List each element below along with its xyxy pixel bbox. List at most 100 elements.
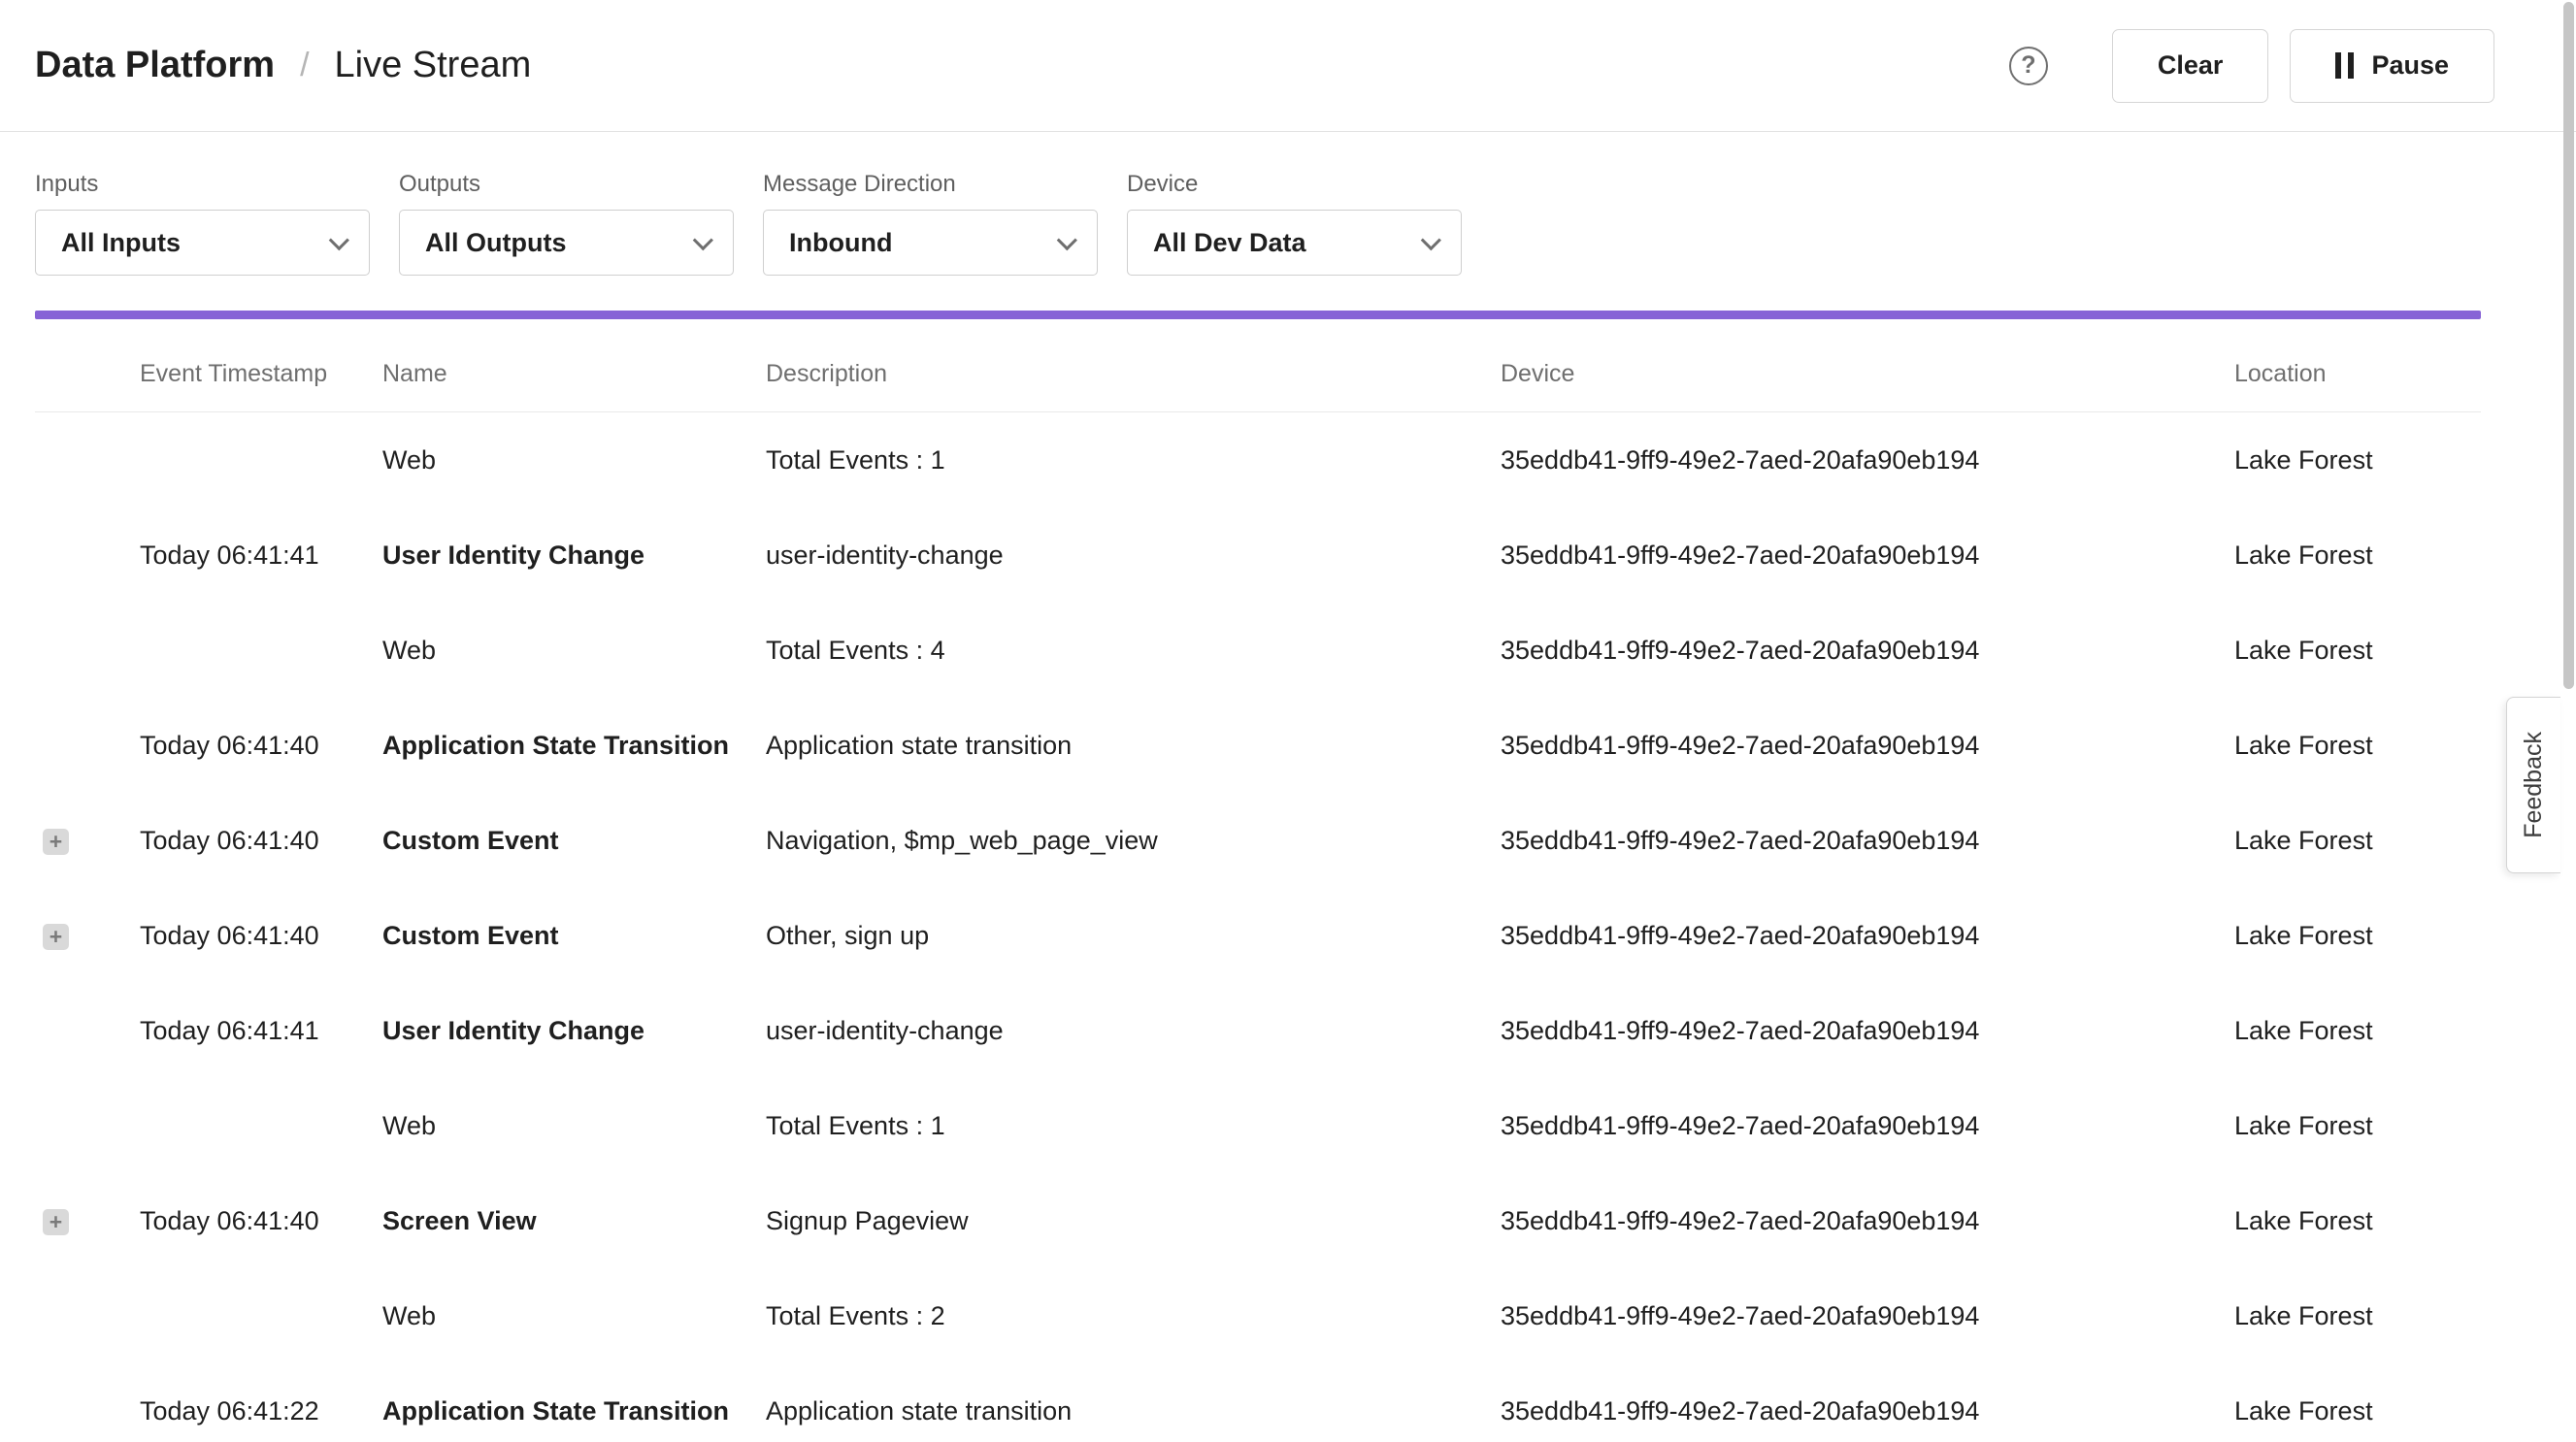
filter-device: Device All Dev Data <box>1127 171 1462 276</box>
event-name: Web <box>382 445 766 475</box>
table-row[interactable]: + Web Total Events : 1 35eddb41-9ff9-49e… <box>35 1078 2481 1173</box>
filters-bar: Inputs All Inputs Outputs All Outputs Me… <box>0 132 2576 276</box>
inputs-dropdown[interactable]: All Inputs <box>35 210 370 276</box>
filter-outputs: Outputs All Outputs <box>399 171 734 276</box>
event-location: Lake Forest <box>2234 1206 2481 1236</box>
event-timestamp: Today 06:41:40 <box>140 1206 382 1236</box>
expand-icon[interactable]: + <box>43 924 69 950</box>
table-row[interactable]: + Web Total Events : 1 35eddb41-9ff9-49e… <box>35 412 2481 508</box>
event-location: Lake Forest <box>2234 636 2481 666</box>
event-description: Navigation, $mp_web_page_view <box>766 826 1501 856</box>
event-location: Lake Forest <box>2234 921 2481 951</box>
scrollbar[interactable] <box>2560 0 2576 1442</box>
table-header-row: Event Timestamp Name Description Device … <box>35 319 2481 412</box>
event-description: Application state transition <box>766 731 1501 761</box>
event-description: user-identity-change <box>766 1016 1501 1046</box>
breadcrumb-bar: Data Platform / Live Stream <box>35 45 531 86</box>
event-name: Application State Transition <box>382 731 766 761</box>
event-location: Lake Forest <box>2234 445 2481 475</box>
event-name: Web <box>382 1301 766 1331</box>
event-device: 35eddb41-9ff9-49e2-7aed-20afa90eb194 <box>1501 1111 2234 1141</box>
event-device: 35eddb41-9ff9-49e2-7aed-20afa90eb194 <box>1501 826 2234 856</box>
outputs-dropdown[interactable]: All Outputs <box>399 210 734 276</box>
pause-button[interactable]: Pause <box>2290 29 2494 103</box>
device-dropdown-value: All Dev Data <box>1153 228 1306 258</box>
table-body: + Web Total Events : 1 35eddb41-9ff9-49e… <box>35 412 2481 1442</box>
header: Data Platform / Live Stream ? Clear Paus… <box>0 0 2576 132</box>
event-device: 35eddb41-9ff9-49e2-7aed-20afa90eb194 <box>1501 1396 2234 1426</box>
chevron-down-icon <box>1421 230 1441 250</box>
table-row[interactable]: + Today 06:41:40 Application State Trans… <box>35 698 2481 793</box>
event-description: Total Events : 1 <box>766 445 1501 475</box>
column-header-description[interactable]: Description <box>766 360 1501 388</box>
breadcrumb-separator: / <box>300 47 309 84</box>
table-row[interactable]: + Today 06:41:41 User Identity Change us… <box>35 983 2481 1078</box>
event-timestamp: Today 06:41:22 <box>140 1396 382 1426</box>
table-row[interactable]: + Today 06:41:40 Custom Event Other, sig… <box>35 888 2481 983</box>
feedback-tab[interactable]: Feedback <box>2506 697 2560 873</box>
column-header-device[interactable]: Device <box>1501 360 2234 388</box>
feedback-tab-label: Feedback <box>2520 732 2548 838</box>
event-description: Total Events : 1 <box>766 1111 1501 1141</box>
message-direction-dropdown[interactable]: Inbound <box>763 210 1098 276</box>
table-row[interactable]: + Today 06:41:22 Application State Trans… <box>35 1363 2481 1442</box>
expand-icon[interactable]: + <box>43 829 69 855</box>
column-header-timestamp[interactable]: Event Timestamp <box>140 360 382 388</box>
chevron-down-icon <box>693 230 713 250</box>
event-device: 35eddb41-9ff9-49e2-7aed-20afa90eb194 <box>1501 1016 2234 1046</box>
accent-bar <box>35 311 2481 319</box>
expand-cell: + <box>35 541 140 571</box>
table-row[interactable]: + Web Total Events : 4 35eddb41-9ff9-49e… <box>35 603 2481 698</box>
event-device: 35eddb41-9ff9-49e2-7aed-20afa90eb194 <box>1501 1206 2234 1236</box>
expand-cell: + <box>35 1016 140 1046</box>
event-name: Screen View <box>382 1206 766 1236</box>
table-row[interactable]: + Web Total Events : 2 35eddb41-9ff9-49e… <box>35 1268 2481 1363</box>
table-row[interactable]: + Today 06:41:40 Custom Event Navigation… <box>35 793 2481 888</box>
device-dropdown[interactable]: All Dev Data <box>1127 210 1462 276</box>
event-device: 35eddb41-9ff9-49e2-7aed-20afa90eb194 <box>1501 921 2234 951</box>
event-name: User Identity Change <box>382 1016 766 1046</box>
chevron-down-icon <box>1057 230 1077 250</box>
filter-outputs-label: Outputs <box>399 171 734 198</box>
breadcrumb[interactable]: Data Platform <box>35 45 275 86</box>
event-name: Web <box>382 1111 766 1141</box>
event-timestamp: Today 06:41:40 <box>140 826 382 856</box>
event-location: Lake Forest <box>2234 731 2481 761</box>
expand-cell: + <box>35 1301 140 1331</box>
event-name: Web <box>382 636 766 666</box>
scrollbar-thumb[interactable] <box>2563 2 2574 689</box>
event-location: Lake Forest <box>2234 1016 2481 1046</box>
event-description: Total Events : 4 <box>766 636 1501 666</box>
event-timestamp: Today 06:41:41 <box>140 541 382 571</box>
column-header-location[interactable]: Location <box>2234 360 2481 388</box>
expand-cell: + <box>35 921 140 951</box>
clear-button[interactable]: Clear <box>2112 29 2269 103</box>
table-row[interactable]: + Today 06:41:41 User Identity Change us… <box>35 508 2481 603</box>
table-row[interactable]: + Today 06:41:40 Screen View Signup Page… <box>35 1173 2481 1268</box>
event-description: Application state transition <box>766 1396 1501 1426</box>
event-name: Custom Event <box>382 826 766 856</box>
event-device: 35eddb41-9ff9-49e2-7aed-20afa90eb194 <box>1501 445 2234 475</box>
event-description: Other, sign up <box>766 921 1501 951</box>
event-name: User Identity Change <box>382 541 766 571</box>
pause-icon <box>2335 52 2354 79</box>
expand-cell: + <box>35 1111 140 1141</box>
header-actions: ? Clear Pause <box>2009 29 2494 103</box>
filter-message-direction: Message Direction Inbound <box>763 171 1098 276</box>
event-device: 35eddb41-9ff9-49e2-7aed-20afa90eb194 <box>1501 731 2234 761</box>
expand-icon[interactable]: + <box>43 1209 69 1235</box>
events-table: Event Timestamp Name Description Device … <box>0 319 2576 1442</box>
outputs-dropdown-value: All Outputs <box>425 228 566 258</box>
message-direction-dropdown-value: Inbound <box>789 228 892 258</box>
filter-inputs-label: Inputs <box>35 171 370 198</box>
event-location: Lake Forest <box>2234 541 2481 571</box>
expand-cell: + <box>35 826 140 856</box>
column-header-name[interactable]: Name <box>382 360 766 388</box>
inputs-dropdown-value: All Inputs <box>61 228 181 258</box>
filter-message-direction-label: Message Direction <box>763 171 1098 198</box>
help-icon[interactable]: ? <box>2009 47 2048 85</box>
event-description: Signup Pageview <box>766 1206 1501 1236</box>
event-location: Lake Forest <box>2234 1301 2481 1331</box>
chevron-down-icon <box>329 230 349 250</box>
event-timestamp: Today 06:41:40 <box>140 731 382 761</box>
